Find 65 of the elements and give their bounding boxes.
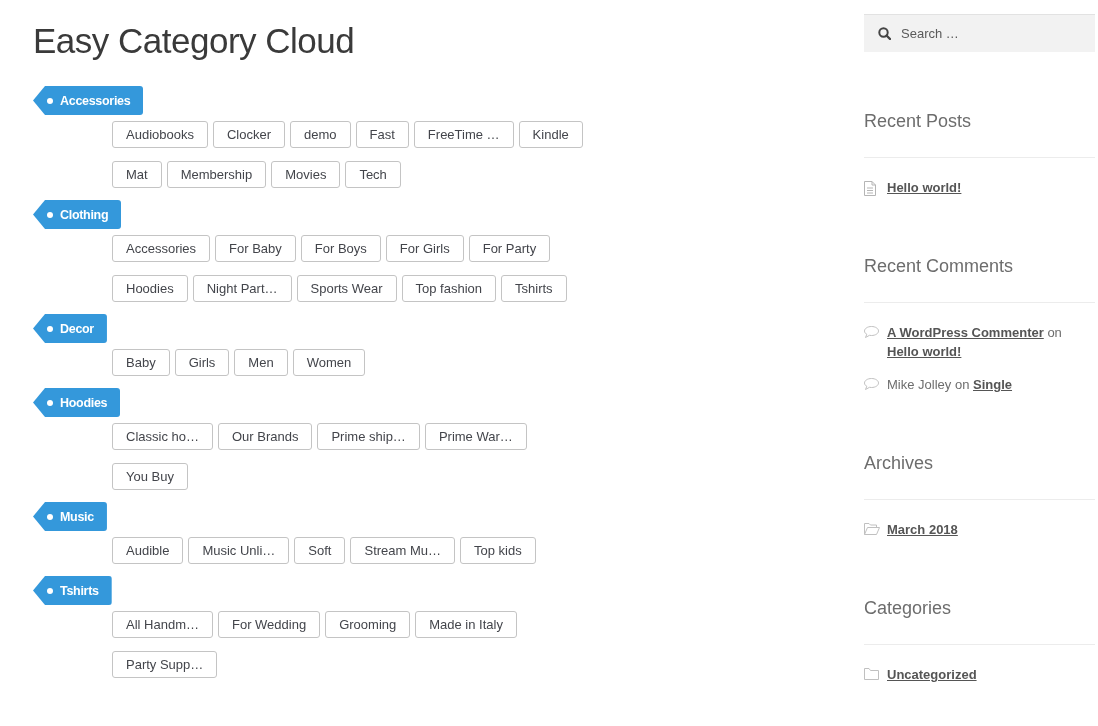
tag-link[interactable]: Our Brands <box>217 423 313 450</box>
tag-link[interactable]: You Buy <box>112 463 188 490</box>
search-field[interactable]: Search … <box>864 14 1095 52</box>
tag-link[interactable]: Men <box>234 349 288 376</box>
tag-link[interactable]: Party Supp… <box>112 651 218 678</box>
tag-link[interactable]: Accessories <box>112 235 211 262</box>
open-folder-icon <box>864 523 880 535</box>
tag-link[interactable]: Night Part… <box>192 275 292 302</box>
tag-link[interactable]: Prime War… <box>424 423 527 450</box>
category-link[interactable]: Uncategorized <box>887 665 977 684</box>
comment-text: Mike Jolley on Single <box>887 376 1014 394</box>
tag-link[interactable]: Women <box>292 349 366 376</box>
document-icon <box>864 181 876 196</box>
author-link[interactable]: A WordPress Commenter <box>887 325 1044 340</box>
tag-link[interactable]: demo <box>290 121 351 148</box>
tag-link[interactable]: Audible <box>112 537 184 564</box>
tag-link[interactable]: Prime ship… <box>317 423 420 450</box>
dot-icon <box>47 97 53 104</box>
tag-link[interactable]: Soft <box>294 537 346 564</box>
widget-title: Recent Comments <box>864 255 1014 278</box>
dot-icon <box>47 325 53 332</box>
tag-link[interactable]: Kindle <box>518 121 583 148</box>
tag-link[interactable]: Movies <box>271 161 341 188</box>
tag-link[interactable]: Top fashion <box>401 275 497 302</box>
post-link[interactable]: Hello world! <box>887 344 962 359</box>
tag-link[interactable]: For Girls <box>385 235 464 262</box>
tag-link[interactable]: For Wedding <box>217 611 321 638</box>
speech-bubble-icon <box>864 326 879 338</box>
post-link[interactable]: Single <box>973 377 1013 392</box>
tag-link[interactable]: Hoodies <box>112 275 188 302</box>
tag-link[interactable]: Girls <box>174 349 230 376</box>
tag-link[interactable]: Made in Italy <box>415 611 517 638</box>
speech-bubble-icon <box>864 378 879 390</box>
tag-link[interactable]: For Boys <box>300 235 381 262</box>
folder-icon <box>864 668 879 680</box>
dot-icon <box>47 211 53 218</box>
tag-link[interactable]: For Baby <box>215 235 296 262</box>
dot-icon <box>47 587 53 594</box>
archive-link[interactable]: March 2018 <box>887 520 958 539</box>
dot-icon <box>47 513 53 520</box>
comment-text: A WordPress Commenter on Hello world! <box>887 324 1063 361</box>
tag-link[interactable]: Tshirts <box>501 275 567 302</box>
tag-link[interactable]: FreeTime … <box>413 121 514 148</box>
tag-link[interactable]: Mat <box>112 161 162 188</box>
tag-link[interactable]: Sports Wear <box>296 275 397 302</box>
tag-link[interactable]: Stream Mu… <box>350 537 456 564</box>
post-link[interactable]: Hello world! <box>887 178 962 197</box>
page-title: Easy Category Cloud <box>33 20 355 62</box>
tag-link[interactable]: Fast <box>355 121 409 148</box>
widget-title: Categories <box>864 597 952 620</box>
tag-link[interactable]: Top kids <box>460 537 536 564</box>
tag-link[interactable]: Tech <box>345 161 401 188</box>
tag-link[interactable]: Clocker <box>212 121 286 148</box>
tag-link[interactable]: Membership <box>166 161 267 188</box>
tag-link[interactable]: For Party <box>468 235 551 262</box>
dot-icon <box>47 399 53 406</box>
tag-link[interactable]: Music Unli… <box>188 537 290 564</box>
tag-link[interactable]: Baby <box>112 349 170 376</box>
widget-title: Archives <box>864 452 934 475</box>
widget-title: Recent Posts <box>864 110 972 133</box>
tag-link[interactable]: Audiobooks <box>112 121 208 148</box>
tag-link[interactable]: Classic ho… <box>112 423 213 450</box>
tag-link[interactable]: Grooming <box>325 611 411 638</box>
tag-link[interactable]: All Handm… <box>112 611 213 638</box>
search-icon <box>878 27 891 40</box>
